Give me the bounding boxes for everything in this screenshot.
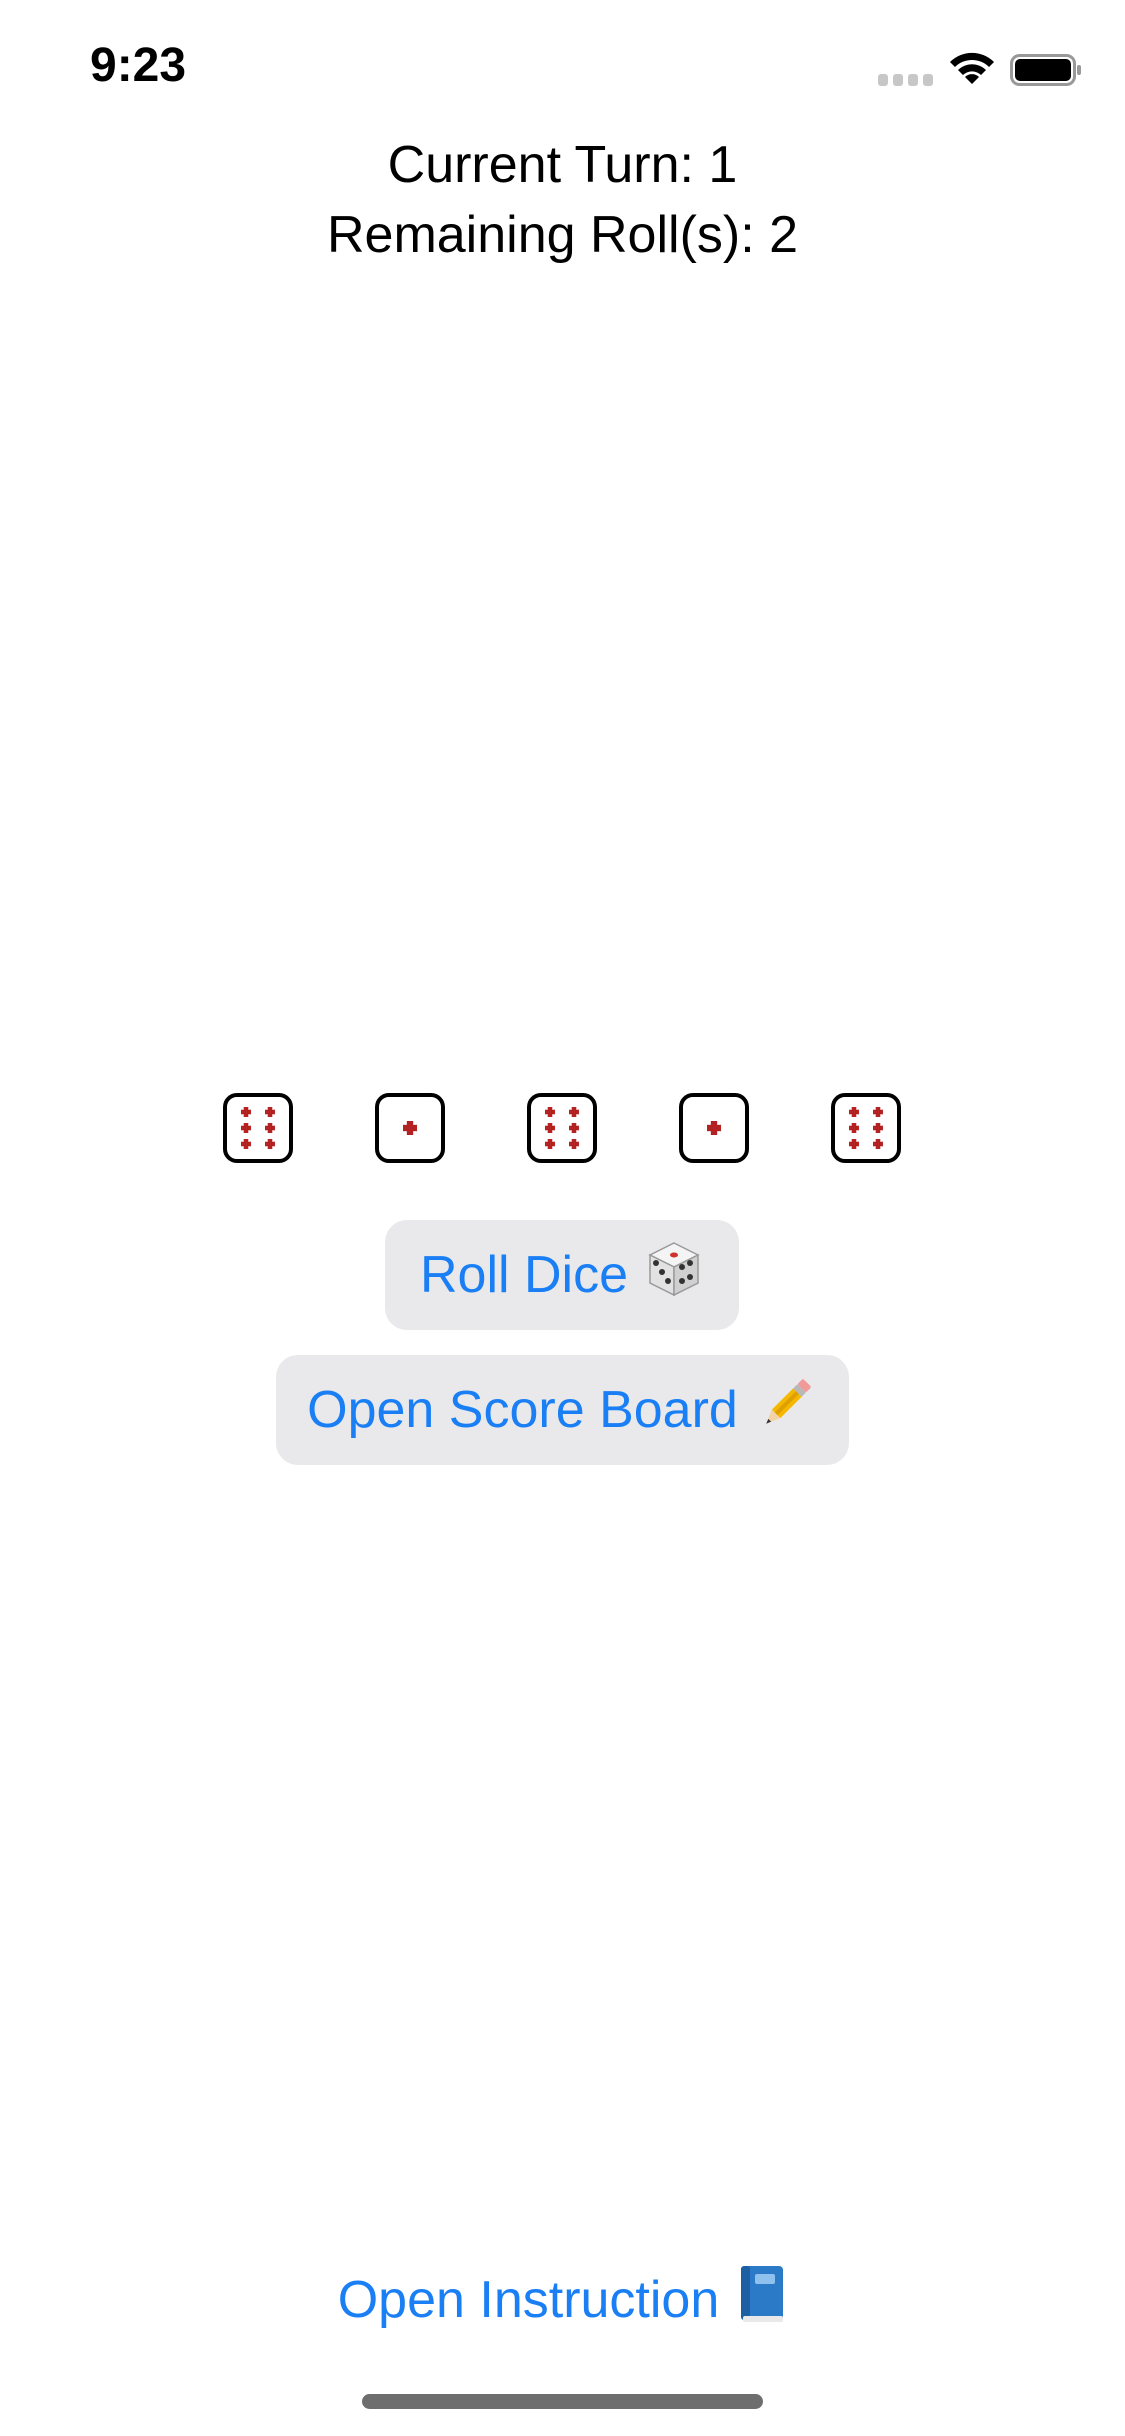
die-face-4 <box>707 1121 721 1135</box>
die-pip <box>873 1139 883 1149</box>
die-pip <box>569 1107 579 1117</box>
turn-info: Current Turn: 1 Remaining Roll(s): 2 <box>0 130 1125 270</box>
open-score-board-label: Open Score Board <box>307 1381 738 1439</box>
die-pip <box>241 1107 251 1117</box>
roll-dice-button[interactable]: Roll Dice <box>385 1220 739 1330</box>
open-score-board-button[interactable]: Open Score Board <box>276 1355 849 1465</box>
die-pip <box>545 1123 555 1133</box>
open-instruction-button[interactable]: Open Instruction <box>0 2260 1125 2340</box>
die-pip <box>265 1139 275 1149</box>
signal-icon <box>878 74 933 86</box>
roll-dice-label: Roll Dice <box>419 1246 629 1304</box>
die-pip <box>545 1107 555 1117</box>
die-4[interactable] <box>679 1093 749 1163</box>
die-pip <box>849 1139 859 1149</box>
die-1[interactable] <box>223 1093 293 1163</box>
die-pip <box>403 1121 417 1135</box>
die-pip <box>241 1123 251 1133</box>
die-pip <box>545 1139 555 1149</box>
pencil-icon <box>754 1372 818 1449</box>
die-face-1 <box>241 1107 275 1149</box>
wifi-icon <box>950 52 994 84</box>
die-pip <box>873 1107 883 1117</box>
die-pip <box>849 1123 859 1133</box>
die-pip <box>707 1121 721 1135</box>
remaining-rolls-label: Remaining Roll(s): 2 <box>326 206 799 264</box>
status-time: 9:23 <box>90 39 187 92</box>
open-instruction-label: Open Instruction <box>337 2271 720 2329</box>
dice-row <box>0 1093 1125 1173</box>
die-3[interactable] <box>527 1093 597 1163</box>
current-turn-label: Current Turn: 1 <box>387 136 738 194</box>
die-5[interactable] <box>831 1093 901 1163</box>
die-face-2 <box>403 1121 417 1135</box>
battery-icon <box>1010 54 1081 86</box>
die-2[interactable] <box>375 1093 445 1163</box>
die-pip <box>569 1139 579 1149</box>
die-face-5 <box>849 1107 883 1149</box>
die-pip <box>241 1139 251 1149</box>
die-pip <box>265 1123 275 1133</box>
die-pip <box>569 1123 579 1133</box>
die-icon <box>644 1239 704 1312</box>
status-bar: 9:23 <box>0 0 1125 140</box>
die-pip <box>849 1107 859 1117</box>
home-indicator <box>362 2394 763 2409</box>
die-pip <box>873 1123 883 1133</box>
die-face-3 <box>545 1107 579 1149</box>
book-icon <box>735 2264 787 2337</box>
die-pip <box>265 1107 275 1117</box>
